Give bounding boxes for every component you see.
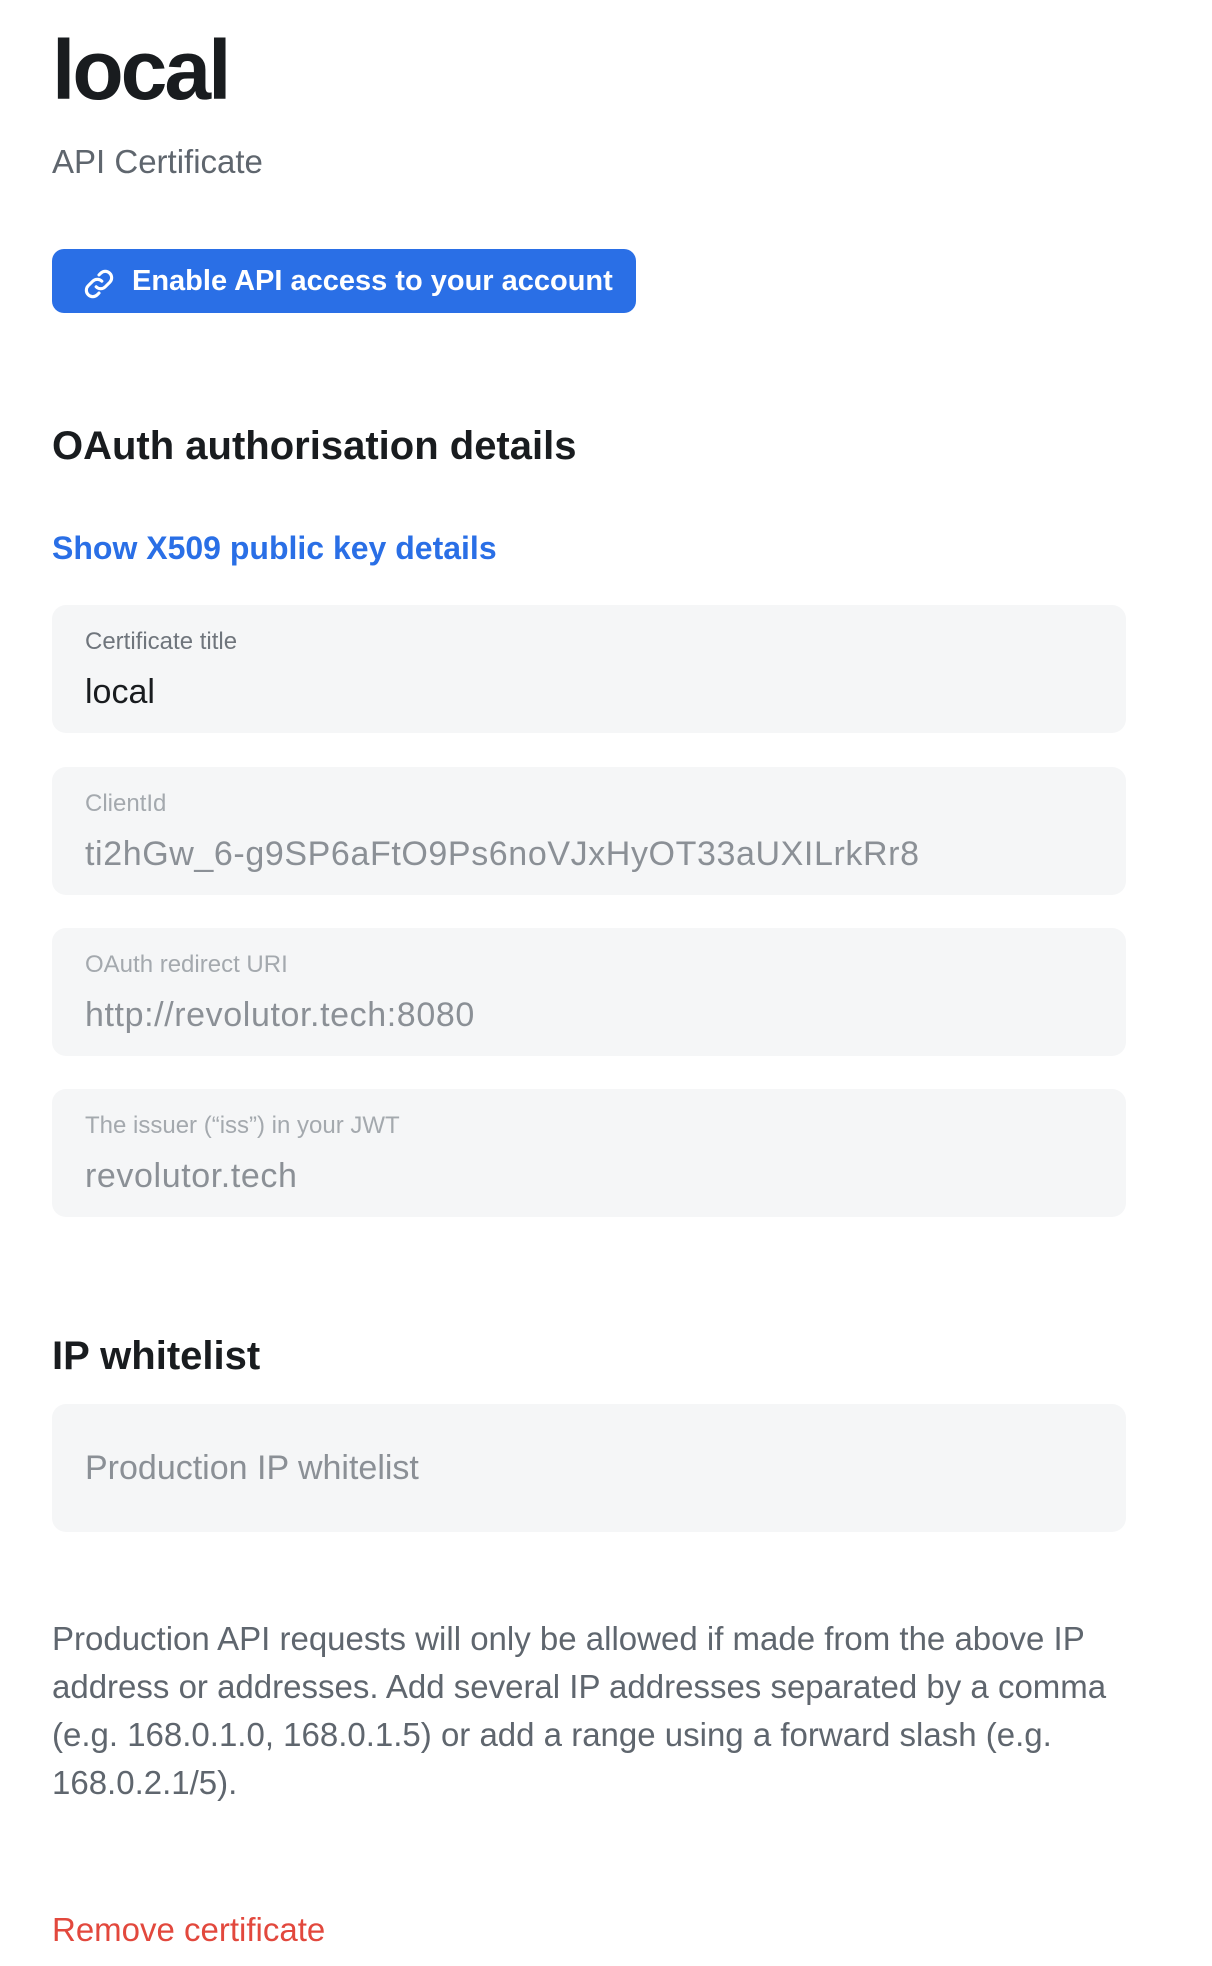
ip-whitelist-input[interactable]: Production IP whitelist [52, 1404, 1126, 1532]
enable-api-access-button[interactable]: Enable API access to your account [52, 249, 636, 313]
oauth-redirect-uri-value: http://revolutor.tech:8080 [85, 996, 475, 1034]
client-id-field: ClientId ti2hGw_6-g9SP6aFtO9Ps6noVJxHyOT… [52, 767, 1126, 895]
enable-api-access-label: Enable API access to your account [132, 264, 613, 297]
link-icon [82, 267, 116, 301]
ip-whitelist-heading: IP whitelist [52, 1334, 261, 1378]
certificate-title-label: Certificate title [85, 628, 238, 655]
jwt-issuer-field: The issuer (“iss”) in your JWT revolutor… [52, 1089, 1126, 1217]
jwt-issuer-label: The issuer (“iss”) in your JWT [85, 1112, 400, 1139]
page-subtitle: API Certificate [52, 143, 263, 180]
certificate-title-field[interactable]: Certificate title local [52, 605, 1126, 733]
ip-whitelist-placeholder: Production IP whitelist [85, 1449, 419, 1487]
ip-whitelist-help-text: Production API requests will only be all… [52, 1620, 1107, 1801]
oauth-redirect-uri-field: OAuth redirect URI http://revolutor.tech… [52, 928, 1126, 1056]
jwt-issuer-value: revolutor.tech [85, 1157, 298, 1195]
show-x509-key-details-link[interactable]: Show X509 public key details [52, 526, 497, 570]
certificate-title-value[interactable]: local [85, 671, 155, 713]
oauth-section-heading: OAuth authorisation details [52, 424, 577, 468]
page-title: local [52, 23, 231, 117]
client-id-label: ClientId [85, 790, 167, 817]
client-id-value: ti2hGw_6-g9SP6aFtO9Ps6noVJxHyOT33aUXILrk… [85, 835, 920, 873]
oauth-redirect-uri-label: OAuth redirect URI [85, 951, 288, 978]
remove-certificate-link[interactable]: Remove certificate [52, 1908, 325, 1952]
